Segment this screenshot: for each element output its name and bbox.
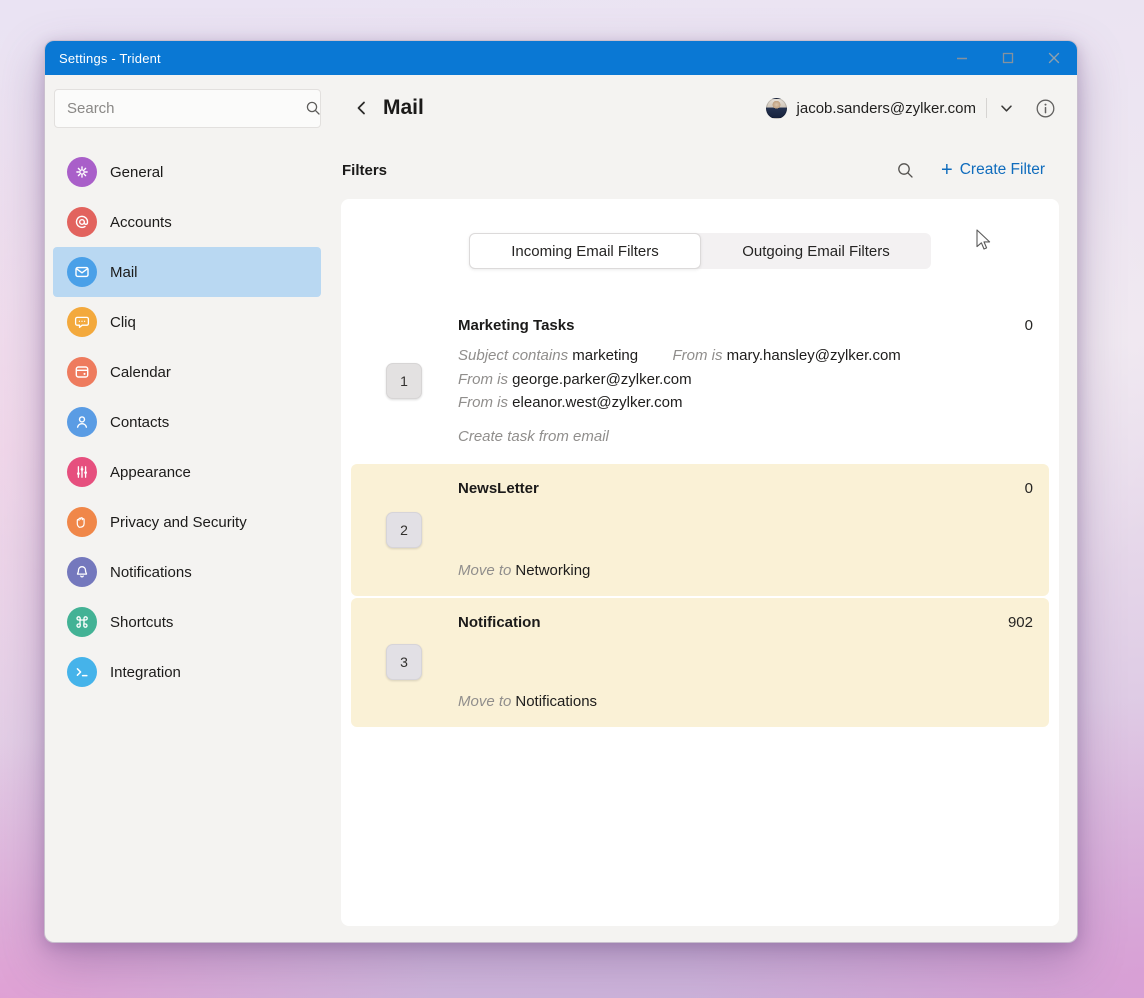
maximize-button[interactable] (985, 41, 1031, 75)
sidebar-item-shortcuts[interactable]: Shortcuts (53, 597, 321, 647)
avatar (765, 97, 787, 119)
main-header: Mail jacob.sanders@zylker.com (341, 75, 1057, 141)
sidebar-item-calendar[interactable]: Calendar (53, 347, 321, 397)
info-button[interactable] (1033, 96, 1057, 120)
sidebar-item-label: Notifications (110, 563, 192, 581)
divider (986, 98, 987, 118)
filter-conditions: Subject contains marketing From is mary.… (458, 347, 901, 411)
filter-count: 0 (1024, 479, 1033, 497)
filter-row[interactable]: 1 Marketing Tasks 0 Subject contains mar… (351, 301, 1049, 462)
sliders-icon (67, 457, 97, 487)
filter-action: Create task from email (458, 427, 609, 445)
tab-outgoing-email-filters[interactable]: Outgoing Email Filters (701, 233, 931, 269)
minimize-icon (957, 57, 967, 60)
info-icon (1036, 99, 1054, 117)
filter-search-icon[interactable] (896, 161, 915, 180)
sidebar-item-label: Privacy and Security (110, 513, 247, 531)
sidebar-item-label: Cliq (110, 313, 136, 331)
window-title: Settings - Trident (59, 50, 161, 66)
account-dropdown-button[interactable] (995, 97, 1017, 119)
account-selector[interactable]: jacob.sanders@zylker.com (765, 96, 1057, 120)
calendar-icon (67, 357, 97, 387)
hand-icon (67, 507, 97, 537)
filters-title: Filters (342, 161, 388, 179)
settings-window: Settings - Trident Search General Accoun… (44, 40, 1078, 943)
filter-name: Marketing Tasks (458, 317, 575, 334)
command-icon (67, 607, 97, 637)
search-icon (306, 101, 320, 115)
at-icon (67, 207, 97, 237)
filter-name: Notification (458, 613, 541, 631)
chevron-down-icon (1000, 104, 1012, 112)
terminal-icon (67, 657, 97, 687)
filters-card: Incoming Email Filters Outgoing Email Fi… (341, 199, 1059, 926)
filter-row[interactable]: 2 NewsLetter 0 Move to Networking (351, 463, 1049, 596)
sidebar-item-mail[interactable]: Mail (53, 247, 321, 297)
filter-order-badge[interactable]: 3 (386, 644, 422, 680)
filters-bar: Filters + Create Filter (341, 141, 1057, 199)
person-icon (67, 407, 97, 437)
maximize-icon (1002, 52, 1014, 64)
filter-action: Move to Networking (458, 561, 591, 579)
sidebar-item-cliq[interactable]: Cliq (53, 297, 321, 347)
filter-order-badge[interactable]: 1 (386, 363, 422, 400)
titlebar: Settings - Trident (45, 41, 1077, 75)
sidebar-item-privacy[interactable]: Privacy and Security (53, 497, 321, 547)
sidebar-item-label: Accounts (110, 213, 172, 231)
sidebar-item-label: General (110, 163, 164, 181)
sidebar-item-label: Mail (110, 263, 138, 281)
settings-sidebar: General Accounts Mail (45, 75, 341, 942)
filter-action: Move to Notifications (458, 692, 598, 710)
sidebar-item-contacts[interactable]: Contacts (53, 397, 321, 447)
filter-count: 0 (1024, 317, 1033, 334)
bell-icon (67, 557, 97, 587)
page-title: Mail (383, 96, 424, 119)
filter-list: 1 Marketing Tasks 0 Subject contains mar… (341, 301, 1059, 727)
gear-icon (67, 157, 97, 187)
main-panel: Mail jacob.sanders@zylker.com Filters + … (341, 75, 1077, 942)
account-email: jacob.sanders@zylker.com (796, 99, 976, 117)
back-button[interactable] (351, 97, 373, 119)
chat-bubble-icon (67, 307, 97, 337)
search-input[interactable] (54, 89, 321, 128)
sidebar-item-integration[interactable]: Integration (53, 647, 321, 697)
sidebar-item-label: Shortcuts (110, 613, 174, 631)
sidebar-nav: General Accounts Mail Cliq Calendar Cont… (45, 147, 341, 697)
sidebar-item-label: Contacts (110, 413, 170, 431)
sidebar-item-accounts[interactable]: Accounts (53, 197, 321, 247)
filter-tabs: Incoming Email Filters Outgoing Email Fi… (469, 233, 931, 269)
filter-order-badge[interactable]: 2 (386, 511, 422, 548)
minimize-button[interactable] (939, 41, 985, 75)
sidebar-item-notifications[interactable]: Notifications (53, 547, 321, 597)
sidebar-item-label: Calendar (110, 363, 171, 381)
envelope-icon (67, 257, 97, 287)
plus-icon: + (941, 159, 953, 181)
filter-count: 902 (1007, 613, 1033, 631)
filter-row[interactable]: 3 Notification 902 Move to Notifications (351, 597, 1049, 727)
sidebar-item-general[interactable]: General (53, 147, 321, 197)
mouse-cursor (976, 229, 991, 250)
chevron-left-icon (357, 101, 365, 115)
close-button[interactable] (1031, 41, 1077, 75)
sidebar-item-appearance[interactable]: Appearance (53, 447, 321, 497)
window-controls (939, 41, 1077, 75)
create-filter-button[interactable]: + Create Filter (941, 160, 1045, 180)
tab-incoming-email-filters[interactable]: Incoming Email Filters (469, 233, 701, 269)
close-icon (1048, 52, 1060, 64)
sidebar-item-label: Integration (110, 663, 181, 681)
filter-name: NewsLetter (458, 479, 539, 497)
sidebar-item-label: Appearance (110, 463, 191, 481)
